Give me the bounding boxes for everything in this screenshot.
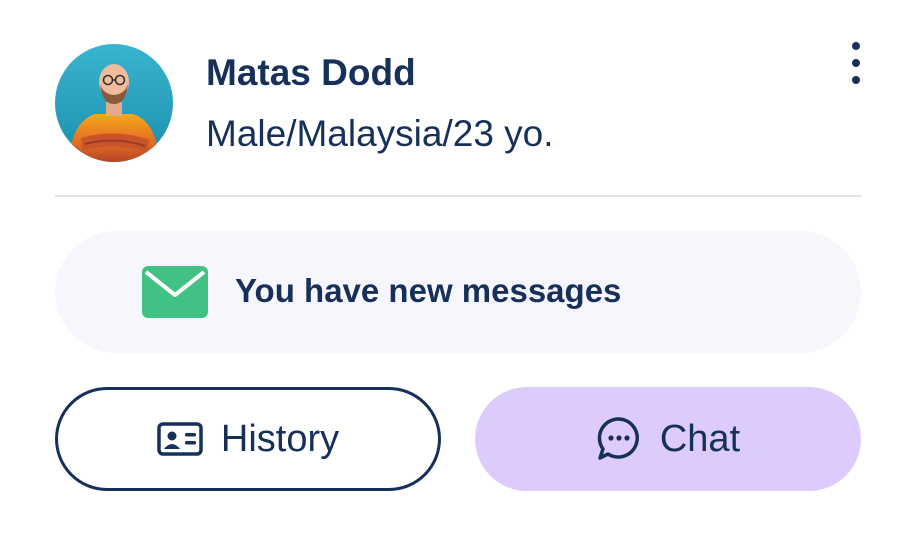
kebab-dot [852, 42, 860, 50]
divider [55, 195, 861, 197]
history-label: History [220, 417, 340, 460]
profile-details: Male/Malaysia/23 yo. [206, 113, 554, 154]
avatar[interactable] [55, 44, 173, 162]
chat-bubble-icon [596, 416, 642, 462]
chat-button[interactable]: Chat [475, 387, 861, 491]
chat-label: Chat [659, 417, 741, 460]
envelope-icon [142, 266, 208, 318]
profile-card: Matas Dodd Male/Malaysia/23 yo. You have… [0, 0, 917, 536]
new-messages-banner[interactable]: You have new messages [55, 231, 861, 353]
kebab-dot [852, 59, 860, 67]
history-button[interactable]: History [55, 387, 441, 491]
profile-name: Matas Dodd [206, 52, 416, 93]
avatar-image [55, 44, 173, 162]
id-card-icon [157, 422, 203, 456]
new-messages-text: You have new messages [235, 272, 622, 309]
kebab-dot [852, 76, 860, 84]
more-options-icon[interactable] [840, 40, 872, 86]
